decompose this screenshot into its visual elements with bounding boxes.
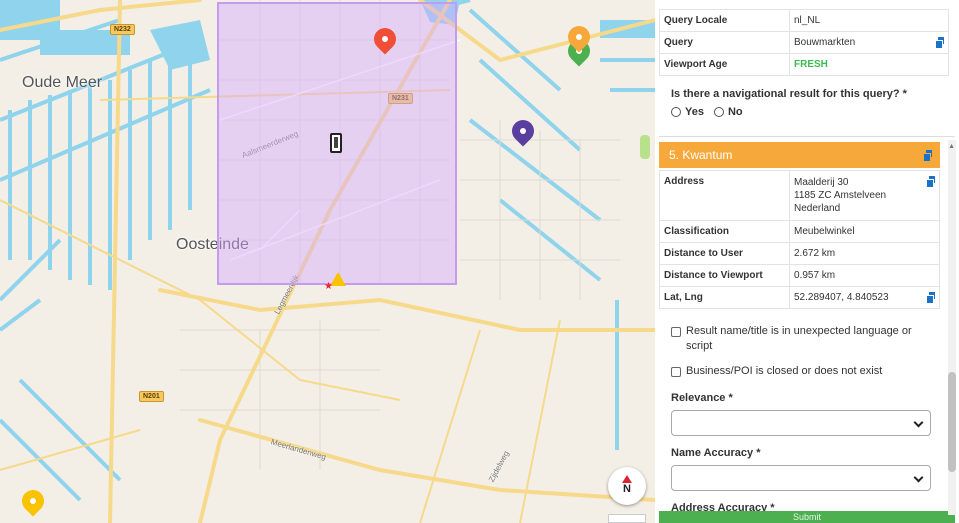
address-key: Address xyxy=(659,170,790,221)
copy-icon[interactable] xyxy=(926,292,935,304)
latlng-key: Lat, Lng xyxy=(659,286,790,309)
result-title: 5. Kwantum xyxy=(669,148,733,162)
road-shield-n232: N232 xyxy=(110,24,135,35)
copy-icon[interactable] xyxy=(923,150,932,162)
road-shield-n201: N201 xyxy=(139,391,164,402)
unexpected-language-label[interactable]: Result name/title is in unexpected langu… xyxy=(686,324,921,354)
green-pin-partial-icon xyxy=(640,135,650,159)
map-view[interactable]: Oude Meer Oosteinde N232 N231 N201 Aalsm… xyxy=(0,0,655,523)
no-label[interactable]: No xyxy=(728,106,743,118)
flag-checkboxes: Result name/title is in unexpected langu… xyxy=(671,324,921,379)
viewport-age-key: Viewport Age xyxy=(659,53,790,76)
latlng-value: 52.289407, 4.840523 xyxy=(794,292,889,303)
result-header: 5. Kwantum xyxy=(659,142,940,168)
address-value-cell: Maalderij 30 1185 ZC Amstelveen Nederlan… xyxy=(789,170,940,221)
copy-icon[interactable] xyxy=(935,37,944,49)
relevance-field: Relevance * xyxy=(671,392,959,436)
result-info-table: Address Maalderij 30 1185 ZC Amstelveen … xyxy=(659,170,940,309)
address-line-3: Nederland xyxy=(794,203,841,214)
star-marker-icon: ★ xyxy=(324,281,333,292)
zoom-control[interactable] xyxy=(608,514,646,523)
compass-arrow-icon xyxy=(622,475,632,483)
latlng-value-cell: 52.289407, 4.840523 xyxy=(789,286,940,309)
unexpected-language-checkbox[interactable] xyxy=(671,327,681,337)
chevron-down-icon xyxy=(913,417,924,428)
nav-question-text: Is there a navigational result for this … xyxy=(671,88,907,100)
query-locale-key: Query Locale xyxy=(659,9,790,32)
yes-label[interactable]: Yes xyxy=(685,106,704,118)
query-locale-value: nl_NL xyxy=(789,9,949,32)
query-key: Query xyxy=(659,31,790,54)
table-row: Query Locale nl_NL xyxy=(659,9,949,32)
no-radio[interactable] xyxy=(713,107,724,117)
viewport-age-value: FRESH xyxy=(789,53,949,76)
table-row: Address Maalderij 30 1185 ZC Amstelveen … xyxy=(659,170,940,221)
query-info-table: Query Locale nl_NL Query Bouwmarkten Vie… xyxy=(659,9,949,76)
unexpected-language-row[interactable]: Result name/title is in unexpected langu… xyxy=(671,324,921,354)
address-line-1: Maalderij 30 xyxy=(794,177,849,188)
distance-viewport-value: 0.957 km xyxy=(789,264,940,287)
table-row: Distance to User 2.672 km xyxy=(659,242,940,265)
compass-label: N xyxy=(623,483,631,495)
relevance-label: Relevance * xyxy=(671,392,733,404)
closed-label[interactable]: Business/POI is closed or does not exist xyxy=(686,364,882,379)
table-row: Viewport Age FRESH xyxy=(659,53,949,76)
table-row: Query Bouwmarkten xyxy=(659,31,949,54)
copy-icon[interactable] xyxy=(926,176,935,188)
divider xyxy=(659,136,955,137)
closed-checkbox[interactable] xyxy=(671,367,681,377)
relevance-select[interactable] xyxy=(671,410,931,436)
table-row: Classification Meubelwinkel xyxy=(659,220,940,243)
closed-row[interactable]: Business/POI is closed or does not exist xyxy=(671,364,921,379)
evaluation-panel: Query Locale nl_NL Query Bouwmarkten Vie… xyxy=(655,0,959,523)
query-value-cell: Bouwmarkten xyxy=(789,31,949,54)
compass-button[interactable]: N xyxy=(608,467,646,505)
user-location-phone-icon xyxy=(330,133,342,153)
chevron-down-icon xyxy=(913,472,924,483)
name-accuracy-label: Name Accuracy * xyxy=(671,447,761,459)
nav-question-section: Is there a navigational result for this … xyxy=(671,88,959,118)
address-line-2: 1185 ZC Amstelveen xyxy=(794,190,887,201)
place-label-oude-meer: Oude Meer xyxy=(22,74,103,91)
submit-button[interactable]: Submit xyxy=(659,511,955,523)
distance-user-value: 2.672 km xyxy=(789,242,940,265)
classification-value: Meubelwinkel xyxy=(789,220,940,243)
nav-question-options: Yes No xyxy=(671,106,959,118)
table-row: Distance to Viewport 0.957 km xyxy=(659,264,940,287)
yes-radio[interactable] xyxy=(671,107,681,117)
query-info-section: Query Locale nl_NL Query Bouwmarkten Vie… xyxy=(659,9,949,76)
scrollbar-thumb[interactable] xyxy=(948,372,956,472)
panel-scrollbar[interactable] xyxy=(948,140,956,515)
table-row: Lat, Lng 52.289407, 4.840523 xyxy=(659,286,940,309)
scroll-up-arrow-icon[interactable]: ▲ xyxy=(948,143,955,150)
result-info-section: Address Maalderij 30 1185 ZC Amstelveen … xyxy=(659,170,940,309)
query-value: Bouwmarkten xyxy=(794,37,856,48)
name-accuracy-field: Name Accuracy * xyxy=(671,447,959,491)
name-accuracy-select[interactable] xyxy=(671,465,931,491)
distance-viewport-key: Distance to Viewport xyxy=(659,264,790,287)
distance-user-key: Distance to User xyxy=(659,242,790,265)
classification-key: Classification xyxy=(659,220,790,243)
